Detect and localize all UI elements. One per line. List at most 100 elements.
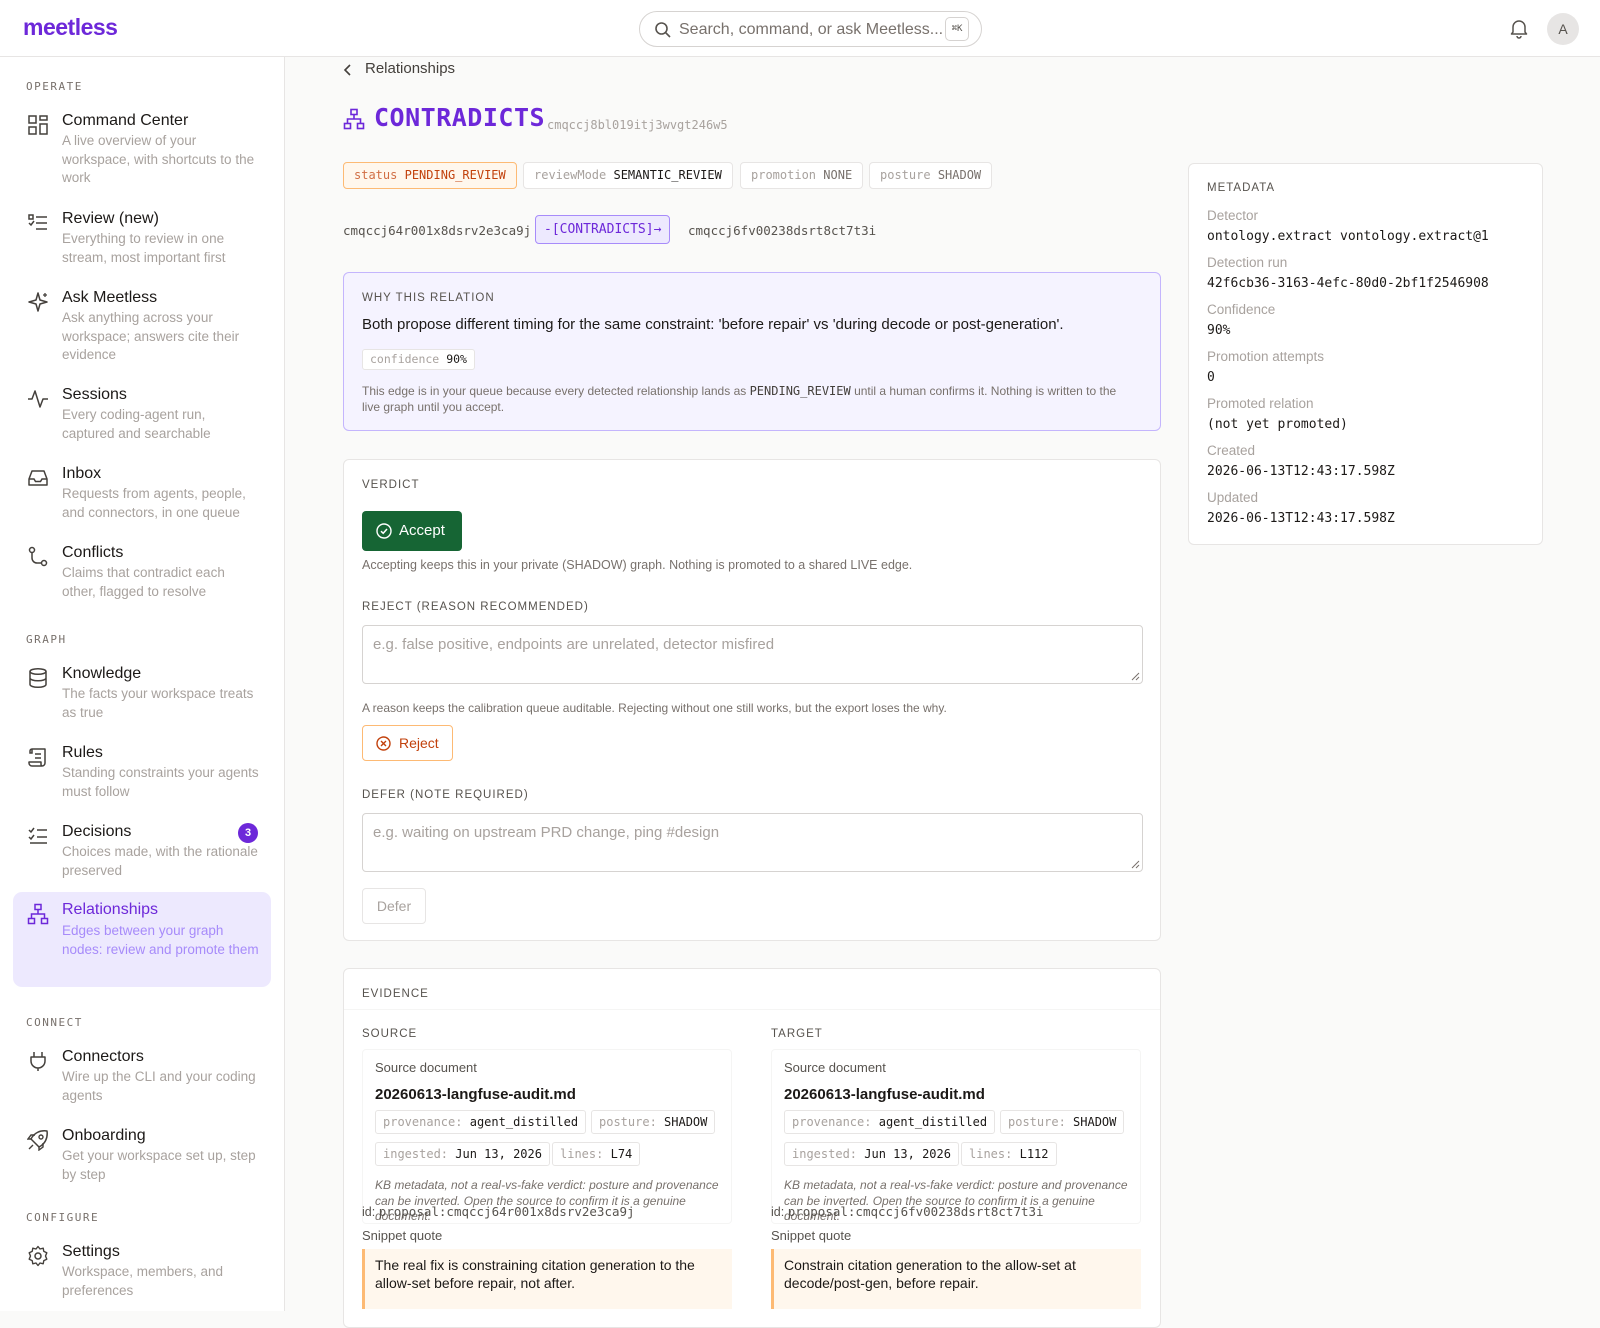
snippet-label: Snippet quote bbox=[362, 1228, 443, 1243]
meta-key: Promotion attempts bbox=[1207, 349, 1325, 364]
app-logo[interactable]: meetless bbox=[23, 14, 118, 41]
posture-tag: posture: SHADOW bbox=[1000, 1110, 1125, 1134]
count-badge: 3 bbox=[238, 823, 258, 843]
relation-id: cmqccj8bl019itj3wvgt246w5 bbox=[547, 118, 728, 132]
bell-icon[interactable] bbox=[1508, 17, 1530, 39]
checklist-icon bbox=[28, 827, 47, 844]
resize-handle[interactable] bbox=[1130, 859, 1140, 869]
sidebar: OPERATE Command Center A live overview o… bbox=[0, 57, 285, 1311]
inbox-icon bbox=[28, 470, 48, 486]
sidebar-item-title: Review (new) bbox=[62, 210, 159, 227]
sidebar-item-desc: Requests from agents, people, and connec… bbox=[62, 486, 246, 520]
meta-key: Created bbox=[1207, 443, 1256, 458]
meta-value: 2026-06-13T12:43:17.598Z bbox=[1207, 511, 1395, 526]
sidebar-item-desc: Get your workspace set up, step by step bbox=[62, 1148, 256, 1182]
page-title: CONTRADICTS bbox=[374, 103, 546, 132]
source-snippet-quote: The real fix is constraining citation ge… bbox=[362, 1249, 732, 1309]
dashboard-icon bbox=[28, 115, 48, 135]
sidebar-item-relationships[interactable]: Relationships Edges between your graph n… bbox=[13, 892, 271, 987]
posture-chip: posture SHADOW bbox=[869, 162, 993, 189]
sidebar-item-desc: Wire up the CLI and your coding agents bbox=[62, 1069, 256, 1103]
sidebar-item-desc: Claims that contradict each other, flagg… bbox=[62, 565, 225, 599]
defer-note-input[interactable]: e.g. waiting on upstream PRD change, pin… bbox=[362, 813, 1143, 872]
sidebar-item-sessions[interactable]: Sessions Every coding-agent run, capture… bbox=[13, 382, 271, 444]
sidebar-item-review[interactable]: Review (new) Everything to review in one… bbox=[13, 206, 271, 268]
source-node-id[interactable]: cmqccj64r001x8dsrv2e3ca9j bbox=[343, 223, 531, 238]
check-circle-icon bbox=[376, 523, 392, 539]
sidebar-item-inbox[interactable]: Inbox Requests from agents, people, and … bbox=[13, 461, 271, 523]
sidebar-item-title: Knowledge bbox=[62, 665, 142, 682]
sidebar-item-connectors[interactable]: Connectors Wire up the CLI and your codi… bbox=[13, 1044, 271, 1106]
search-bar[interactable]: Search, command, or ask Meetless... ⌘K bbox=[639, 11, 982, 47]
activity-icon bbox=[28, 390, 48, 408]
scroll-icon bbox=[28, 748, 46, 767]
why-note: This edge is in your queue because every… bbox=[362, 384, 1117, 414]
sparkle-icon bbox=[28, 292, 48, 312]
reject-button-label: Reject bbox=[399, 735, 439, 751]
meta-value: 90% bbox=[1207, 323, 1231, 338]
sidebar-item-title: Relationships bbox=[62, 901, 159, 918]
sidebar-item-desc: Everything to review in one stream, most… bbox=[62, 231, 226, 265]
sidebar-item-onboarding[interactable]: Onboarding Get your workspace set up, st… bbox=[13, 1123, 271, 1185]
sidebar-item-conflicts[interactable]: Conflicts Claims that contradict each ot… bbox=[13, 540, 271, 602]
reject-button[interactable]: Reject bbox=[362, 725, 453, 761]
source-heading: SOURCE bbox=[362, 1028, 418, 1040]
breadcrumb-label: Relationships bbox=[365, 60, 456, 77]
hierarchy-icon bbox=[343, 108, 365, 130]
rocket-icon bbox=[27, 1130, 48, 1151]
section-connect: CONNECT bbox=[26, 1016, 83, 1029]
gear-icon bbox=[28, 1245, 48, 1267]
meta-key: Promoted relation bbox=[1207, 396, 1314, 411]
list-icon bbox=[28, 214, 47, 230]
sidebar-item-title: Command Center bbox=[62, 112, 189, 129]
section-configure: CONFIGURE bbox=[26, 1211, 100, 1224]
confidence-chip: confidence 90% bbox=[362, 349, 475, 370]
hierarchy-icon bbox=[27, 903, 49, 925]
target-file-name[interactable]: 20260613-langfuse-audit.md bbox=[784, 1086, 985, 1103]
review-mode-chip: reviewMode SEMANTIC_REVIEW bbox=[523, 162, 733, 189]
sidebar-item-title: Settings bbox=[62, 1243, 120, 1260]
sidebar-item-desc: Standing constraints your agents must fo… bbox=[62, 765, 259, 799]
provenance-tag: provenance: agent_distilled bbox=[784, 1110, 996, 1134]
meta-value: ontology.extract vontology.extract@1 bbox=[1207, 229, 1489, 244]
sidebar-item-settings[interactable]: Settings Workspace, members, and prefere… bbox=[13, 1239, 271, 1301]
sidebar-item-rules[interactable]: Rules Standing constraints your agents m… bbox=[13, 740, 271, 802]
accept-hint: Accepting keeps this in your private (SH… bbox=[362, 558, 913, 572]
meta-value: 0 bbox=[1207, 370, 1215, 385]
avatar[interactable]: A bbox=[1547, 13, 1579, 45]
target-heading: TARGET bbox=[771, 1028, 823, 1040]
sidebar-item-desc: Edges between your graph nodes: review a… bbox=[62, 923, 259, 957]
section-label: WHY THIS RELATION bbox=[362, 292, 495, 304]
sidebar-item-desc: Choices made, with the rationale preserv… bbox=[62, 844, 258, 878]
meta-key: Detector bbox=[1207, 208, 1259, 223]
sidebar-item-ask-meetless[interactable]: Ask Meetless Ask anything across your wo… bbox=[13, 285, 271, 365]
sidebar-item-knowledge[interactable]: Knowledge The facts your workspace treat… bbox=[13, 661, 271, 723]
defer-placeholder: e.g. waiting on upstream PRD change, pin… bbox=[373, 824, 720, 841]
meta-value: 42f6cb36-3163-4efc-80d0-2bf1f2546908 bbox=[1207, 276, 1489, 291]
meta-value: 2026-06-13T12:43:17.598Z bbox=[1207, 464, 1395, 479]
sidebar-item-command-center[interactable]: Command Center A live overview of your w… bbox=[13, 108, 271, 188]
ingested-tag: ingested: Jun 13, 2026 bbox=[784, 1142, 959, 1166]
posture-tag: posture: SHADOW bbox=[591, 1110, 716, 1134]
sidebar-item-title: Conflicts bbox=[62, 544, 124, 561]
defer-button[interactable]: Defer bbox=[362, 888, 426, 924]
section-operate: OPERATE bbox=[26, 80, 83, 93]
sidebar-item-title: Connectors bbox=[62, 1048, 144, 1065]
target-document-card[interactable]: Source document 20260613-langfuse-audit.… bbox=[771, 1049, 1141, 1224]
meta-value: (not yet promoted) bbox=[1207, 417, 1348, 432]
source-file-name[interactable]: 20260613-langfuse-audit.md bbox=[375, 1086, 576, 1103]
resize-handle[interactable] bbox=[1130, 671, 1140, 681]
sidebar-item-title: Onboarding bbox=[62, 1127, 146, 1144]
divider bbox=[344, 1009, 1160, 1010]
section-label: VERDICT bbox=[362, 479, 420, 491]
source-document-card[interactable]: Source document 20260613-langfuse-audit.… bbox=[362, 1049, 732, 1224]
edge-label: -[CONTRADICTS]→ bbox=[535, 215, 671, 244]
sidebar-item-desc: Ask anything across your workspace; answ… bbox=[62, 310, 240, 362]
reject-reason-input[interactable]: e.g. false positive, endpoints are unrel… bbox=[362, 625, 1143, 684]
branch-icon bbox=[28, 546, 48, 567]
why-text: Both propose different timing for the sa… bbox=[362, 316, 1064, 333]
sidebar-item-decisions[interactable]: Decisions 3 Choices made, with the ratio… bbox=[13, 819, 271, 881]
accept-button[interactable]: Accept bbox=[362, 511, 462, 551]
target-node-id[interactable]: cmqccj6fv00238dsrt8ct7t3i bbox=[688, 223, 876, 238]
provenance-tag: provenance: agent_distilled bbox=[375, 1110, 587, 1134]
